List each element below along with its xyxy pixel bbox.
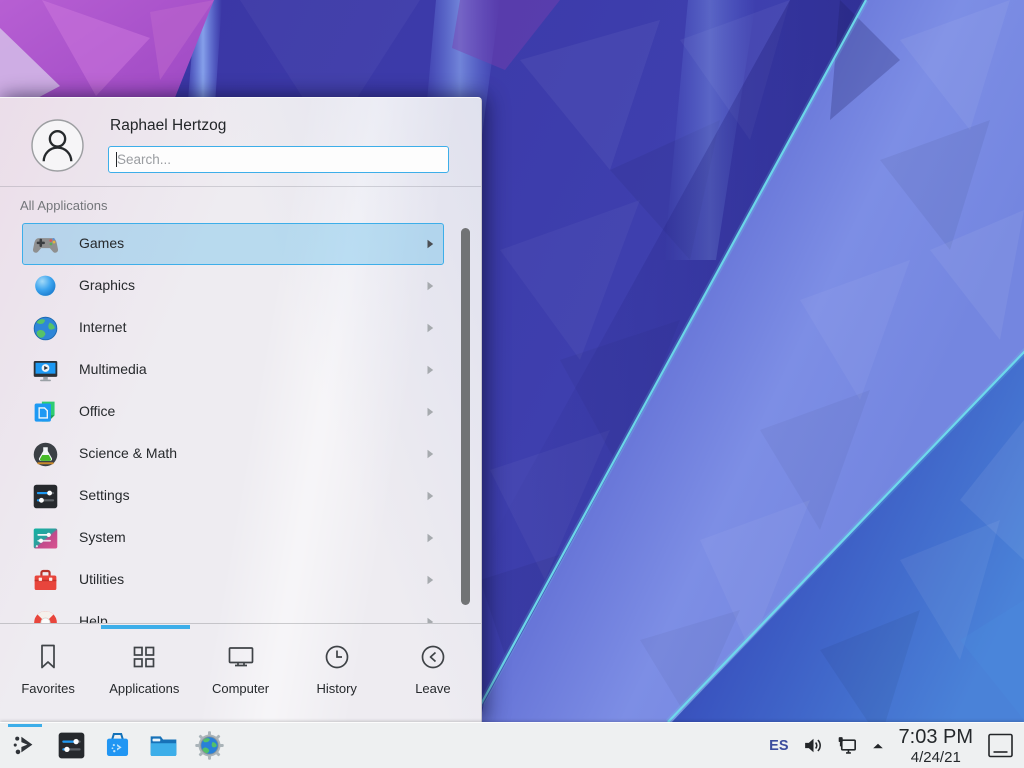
tab-applications[interactable]: Applications xyxy=(96,630,192,723)
menu-category-office[interactable]: Office xyxy=(22,391,444,433)
category-label: Office xyxy=(79,403,115,419)
graphics-icon xyxy=(31,272,60,301)
user-name: Raphael Hertzog xyxy=(110,117,226,135)
applications-icon xyxy=(129,642,159,672)
desktop: Raphael Hertzog All Applications Games Gr… xyxy=(0,0,1024,768)
tab-history[interactable]: History xyxy=(289,630,385,723)
taskbar-app-icons xyxy=(0,723,237,768)
submenu-arrow-icon xyxy=(424,406,436,418)
category-label: Graphics xyxy=(79,277,135,293)
digital-clock[interactable]: 7:03 PM 4/24/21 xyxy=(899,727,973,765)
launcher-tab-bar: Favorites Applications Computer History Leav… xyxy=(0,630,481,723)
taskbar: ES 7:03 PM 4/24/21 xyxy=(0,722,1024,768)
leave-icon xyxy=(418,642,448,672)
tab-bar-separator xyxy=(0,623,481,624)
active-tab-indicator xyxy=(101,625,190,629)
utilities-icon xyxy=(31,566,60,595)
search-field[interactable] xyxy=(109,147,448,172)
submenu-arrow-icon xyxy=(424,364,436,376)
text-caret xyxy=(116,152,117,167)
category-label: Multimedia xyxy=(79,361,147,377)
help-icon xyxy=(31,608,60,623)
office-icon xyxy=(31,398,60,427)
tab-label: Favorites xyxy=(21,681,74,696)
taskbar-system-settings[interactable] xyxy=(53,723,89,768)
menu-category-settings[interactable]: Settings xyxy=(22,475,444,517)
menu-category-games[interactable]: Games xyxy=(22,223,444,265)
category-label: Help xyxy=(79,613,108,623)
history-icon xyxy=(322,642,352,672)
submenu-arrow-icon xyxy=(424,280,436,292)
submenu-arrow-icon xyxy=(424,490,436,502)
category-label: Internet xyxy=(79,319,126,335)
tab-label: Computer xyxy=(212,681,269,696)
menu-category-help[interactable]: Help xyxy=(22,601,444,623)
submenu-arrow-icon xyxy=(424,238,436,250)
tab-label: History xyxy=(316,681,356,696)
submenu-arrow-icon xyxy=(424,322,436,334)
computer-icon xyxy=(226,642,256,672)
show-desktop-button[interactable] xyxy=(987,732,1014,759)
submenu-arrow-icon xyxy=(424,532,436,544)
section-label: All Applications xyxy=(20,198,107,213)
tab-leave[interactable]: Leave xyxy=(385,630,481,723)
user-avatar[interactable] xyxy=(31,119,84,172)
expand-arrow-icon[interactable] xyxy=(870,738,886,754)
taskbar-discover[interactable] xyxy=(99,723,135,768)
search-input[interactable] xyxy=(108,146,449,173)
menu-category-utilities[interactable]: Utilities xyxy=(22,559,444,601)
volume-icon[interactable] xyxy=(802,734,825,757)
favorites-icon xyxy=(33,642,63,672)
category-label: Games xyxy=(79,235,124,251)
application-launcher-menu: Raphael Hertzog All Applications Games Gr… xyxy=(0,97,482,723)
games-icon xyxy=(31,230,60,259)
submenu-arrow-icon xyxy=(424,448,436,460)
category-label: Utilities xyxy=(79,571,124,587)
tab-favorites[interactable]: Favorites xyxy=(0,630,96,723)
network-icon[interactable] xyxy=(836,734,859,757)
menu-category-science-math[interactable]: Science & Math xyxy=(22,433,444,475)
system-tray: ES 7:03 PM 4/24/21 xyxy=(769,723,1024,768)
internet-icon xyxy=(31,314,60,343)
tab-computer[interactable]: Computer xyxy=(192,630,288,723)
multimedia-icon xyxy=(31,356,60,385)
category-label: Settings xyxy=(79,487,130,503)
submenu-arrow-icon xyxy=(424,616,436,623)
taskbar-file-manager[interactable] xyxy=(145,723,181,768)
science-math-icon xyxy=(31,440,60,469)
taskbar-web-browser[interactable] xyxy=(191,723,227,768)
tab-label: Applications xyxy=(109,681,179,696)
tab-label: Leave xyxy=(415,681,450,696)
active-task-indicator xyxy=(8,724,42,727)
category-list: Games Graphics Internet Multimedia Office Sci… xyxy=(0,223,481,623)
category-label: System xyxy=(79,529,126,545)
category-label: Science & Math xyxy=(79,445,177,461)
clock-date: 4/24/21 xyxy=(899,750,973,765)
settings-icon xyxy=(31,482,60,511)
launcher-header: Raphael Hertzog xyxy=(0,98,481,186)
clock-time: 7:03 PM xyxy=(899,727,973,747)
system-icon xyxy=(31,524,60,553)
header-separator xyxy=(0,186,481,187)
taskbar-application-launcher[interactable] xyxy=(7,723,43,768)
menu-category-multimedia[interactable]: Multimedia xyxy=(22,349,444,391)
submenu-arrow-icon xyxy=(424,574,436,586)
scrollbar[interactable] xyxy=(461,228,470,605)
menu-category-graphics[interactable]: Graphics xyxy=(22,265,444,307)
menu-category-system[interactable]: System xyxy=(22,517,444,559)
menu-category-internet[interactable]: Internet xyxy=(22,307,444,349)
keyboard-layout-indicator[interactable]: ES xyxy=(769,738,788,754)
